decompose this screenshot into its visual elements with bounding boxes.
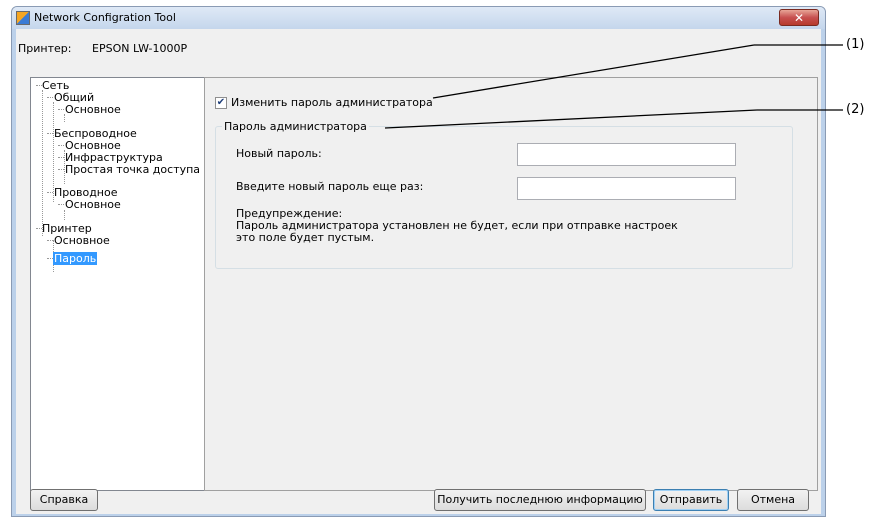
annotation-2: (2) [846, 102, 865, 117]
annotation-1: (1) [846, 37, 865, 52]
annotation-lines [384, 44, 843, 129]
